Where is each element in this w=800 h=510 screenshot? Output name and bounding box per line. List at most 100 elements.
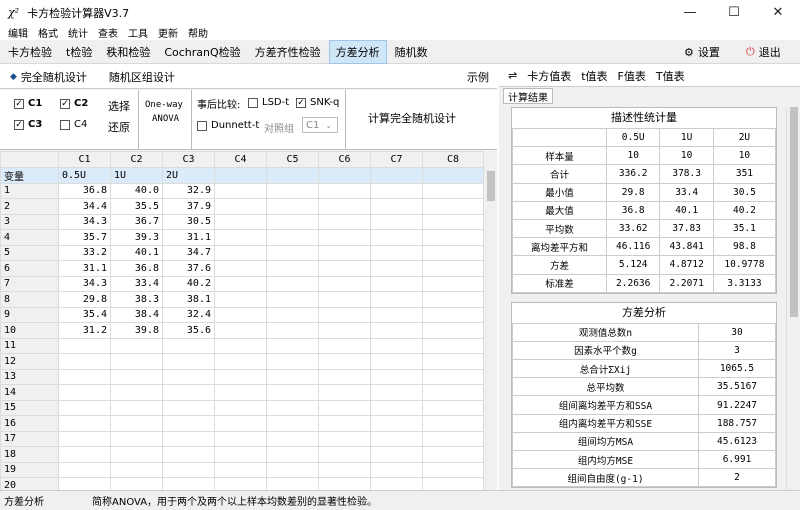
grid-cell[interactable]	[370, 166, 423, 184]
checkbox-dunnett[interactable]	[197, 120, 207, 131]
grid-cell[interactable]	[370, 337, 423, 354]
check-snk[interactable]: ✓ SNK-q	[296, 97, 339, 108]
tab-completely-random[interactable]: 完全随机设计	[17, 69, 95, 85]
grid-cell[interactable]	[214, 384, 267, 401]
grid-cell[interactable]	[266, 461, 319, 478]
grid-cell[interactable]: 38.1	[162, 291, 215, 308]
grid-cell[interactable]	[58, 337, 111, 354]
grid-cell[interactable]: 35.6	[162, 322, 215, 339]
grid-cell[interactable]	[266, 399, 319, 416]
grid-cell[interactable]	[422, 415, 484, 432]
grid-cell[interactable]	[370, 275, 423, 292]
scroll-thumb[interactable]	[487, 171, 495, 201]
grid-cell[interactable]	[110, 353, 163, 370]
grid-cell[interactable]	[214, 322, 267, 339]
checkbox-lsd[interactable]	[248, 97, 258, 108]
check-c1[interactable]: ✓ C1	[14, 98, 42, 109]
grid-cell[interactable]: 30.5	[162, 213, 215, 230]
grid-cell[interactable]	[318, 229, 371, 246]
menu-format[interactable]: 格式	[38, 25, 58, 40]
grid-cell[interactable]: 32.4	[162, 306, 215, 323]
checkbox-c2[interactable]: ✓	[60, 98, 70, 109]
grid-cell[interactable]	[266, 166, 319, 184]
check-c4[interactable]: C4	[60, 119, 87, 130]
tab-results[interactable]: 计算结果	[503, 88, 553, 104]
grid-cell[interactable]	[266, 213, 319, 230]
grid-cell[interactable]	[422, 477, 484, 490]
column-header[interactable]: C3	[162, 151, 215, 168]
grid-cell[interactable]	[214, 461, 267, 478]
grid-cell[interactable]: 39.8	[110, 322, 163, 339]
grid-cell[interactable]	[266, 198, 319, 215]
grid-cell[interactable]	[422, 322, 484, 339]
grid-cell[interactable]	[110, 477, 163, 490]
grid-cell[interactable]	[422, 306, 484, 323]
grid-cell[interactable]	[266, 415, 319, 432]
scroll-thumb[interactable]	[790, 107, 798, 317]
menu-edit[interactable]: 编辑	[8, 25, 28, 40]
grid-cell[interactable]	[214, 213, 267, 230]
grid-cell[interactable]	[370, 461, 423, 478]
restore-button[interactable]: 还原	[108, 119, 130, 135]
column-header[interactable]: C4	[214, 151, 267, 168]
grid-cell[interactable]	[422, 213, 484, 230]
grid-cell[interactable]	[370, 399, 423, 416]
grid-cell[interactable]: 35.5	[110, 198, 163, 215]
grid-cell[interactable]	[318, 399, 371, 416]
grid-cell[interactable]	[110, 415, 163, 432]
grid-cell[interactable]	[318, 384, 371, 401]
tab-rank-sum[interactable]: 秩和检验	[100, 40, 156, 64]
grid-cell[interactable]	[370, 368, 423, 385]
grid-cell[interactable]: 2U	[162, 166, 215, 184]
grid-cell[interactable]: 40.1	[110, 244, 163, 261]
grid-cell[interactable]	[214, 353, 267, 370]
grid-cell[interactable]: 37.9	[162, 198, 215, 215]
grid-cell[interactable]	[110, 399, 163, 416]
grid-cell[interactable]	[266, 353, 319, 370]
grid-cell[interactable]	[266, 368, 319, 385]
grid-cell[interactable]	[370, 322, 423, 339]
grid-cell[interactable]	[266, 430, 319, 447]
grid-cell[interactable]	[214, 368, 267, 385]
column-header[interactable]: C8	[422, 151, 484, 168]
grid-cell[interactable]	[266, 337, 319, 354]
grid-cell[interactable]	[214, 337, 267, 354]
checkbox-snk[interactable]: ✓	[296, 97, 306, 108]
grid-cell[interactable]	[58, 446, 111, 463]
column-header[interactable]: C6	[318, 151, 371, 168]
grid-cell[interactable]	[370, 430, 423, 447]
grid-cell[interactable]	[370, 229, 423, 246]
exit-button[interactable]: ⏻ 退出	[746, 40, 781, 64]
grid-cell[interactable]	[266, 182, 319, 199]
tab-anova[interactable]: 方差分析	[328, 39, 387, 64]
grid-cell[interactable]	[422, 244, 484, 261]
grid-cell[interactable]	[162, 446, 215, 463]
check-c3[interactable]: ✓ C3	[14, 119, 42, 130]
tab-chi-table[interactable]: 卡方值表	[522, 68, 576, 84]
tab-random-block[interactable]: 随机区组设计	[101, 69, 183, 85]
grid-cell[interactable]	[370, 244, 423, 261]
grid-cell[interactable]	[318, 182, 371, 199]
grid-cell[interactable]	[214, 477, 267, 490]
calculate-button[interactable]: 计算完全随机设计	[368, 110, 456, 126]
grid-cell[interactable]: 1U	[110, 166, 163, 184]
example-link[interactable]: 示例	[467, 69, 489, 85]
grid-cell[interactable]	[370, 477, 423, 490]
tab-chi-square[interactable]: 卡方检验	[2, 40, 58, 64]
grid-cell[interactable]	[162, 415, 215, 432]
grid-cell[interactable]	[266, 446, 319, 463]
grid-cell[interactable]	[422, 384, 484, 401]
grid-cell[interactable]	[318, 461, 371, 478]
grid-cell[interactable]	[370, 213, 423, 230]
grid-cell[interactable]	[214, 166, 267, 184]
grid-cell[interactable]	[266, 384, 319, 401]
grid-cell[interactable]	[110, 384, 163, 401]
grid-cell[interactable]: 31.2	[58, 322, 111, 339]
menu-update[interactable]: 更新	[158, 25, 178, 40]
grid-cell[interactable]: 34.3	[58, 213, 111, 230]
grid-cell[interactable]: 38.4	[110, 306, 163, 323]
grid-cell[interactable]	[318, 322, 371, 339]
grid-cell[interactable]: 40.2	[162, 275, 215, 292]
grid-cell[interactable]: 34.4	[58, 198, 111, 215]
grid-cell[interactable]: 40.0	[110, 182, 163, 199]
